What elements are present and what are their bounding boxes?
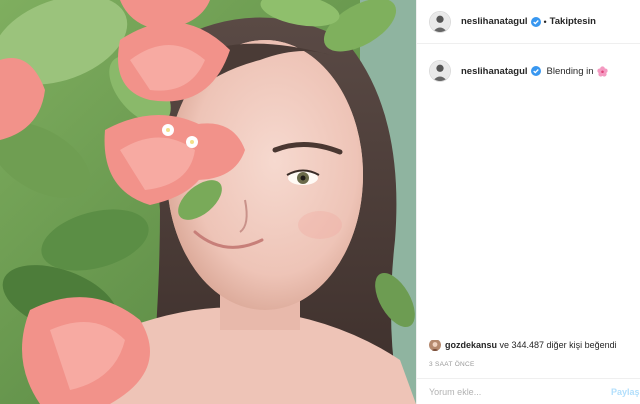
avatar-image-icon bbox=[430, 61, 450, 81]
follow-status-button[interactable]: Takiptesin bbox=[550, 16, 596, 27]
cherry-blossom-emoji-icon bbox=[596, 65, 608, 77]
instagram-post-modal: neslihanatagul • Takiptesin neslihanatag… bbox=[0, 0, 640, 404]
avatar-image-icon bbox=[430, 11, 450, 32]
caption-username[interactable]: neslihanatagul bbox=[461, 66, 528, 77]
header-separator: • bbox=[543, 16, 547, 27]
avatar-image-icon bbox=[429, 340, 441, 351]
share-button[interactable]: Paylaş bbox=[611, 387, 640, 397]
post-photo-illustration bbox=[0, 0, 416, 404]
post-timestamp[interactable]: 3 SAAT ÖNCE bbox=[429, 361, 475, 368]
likes-count-text: ve 344.487 diğer kişi beğendi bbox=[497, 340, 617, 350]
caption: neslihanatagul Blending in bbox=[429, 60, 608, 82]
liker-avatar[interactable] bbox=[429, 339, 441, 351]
verified-badge-icon bbox=[530, 16, 541, 27]
author-username[interactable]: neslihanatagul bbox=[461, 16, 528, 27]
first-liker-username[interactable]: gozdekansu bbox=[445, 340, 497, 350]
caption-avatar[interactable] bbox=[429, 60, 451, 82]
comment-bar: Paylaş bbox=[417, 378, 640, 404]
author-avatar[interactable] bbox=[429, 10, 451, 33]
verified-badge-icon bbox=[530, 66, 541, 76]
likes-summary: gozdekansu ve 344.487 diğer kişi beğendi bbox=[429, 339, 640, 351]
post-sidebar: neslihanatagul • Takiptesin neslihanatag… bbox=[416, 0, 640, 404]
likes-text[interactable]: gozdekansu ve 344.487 diğer kişi beğendi bbox=[445, 340, 617, 350]
post-header: neslihanatagul • Takiptesin bbox=[417, 0, 640, 44]
comment-input[interactable] bbox=[429, 386, 599, 397]
post-photo[interactable] bbox=[0, 0, 416, 404]
caption-message: Blending in bbox=[546, 65, 594, 77]
caption-text: neslihanatagul Blending in bbox=[461, 66, 608, 77]
